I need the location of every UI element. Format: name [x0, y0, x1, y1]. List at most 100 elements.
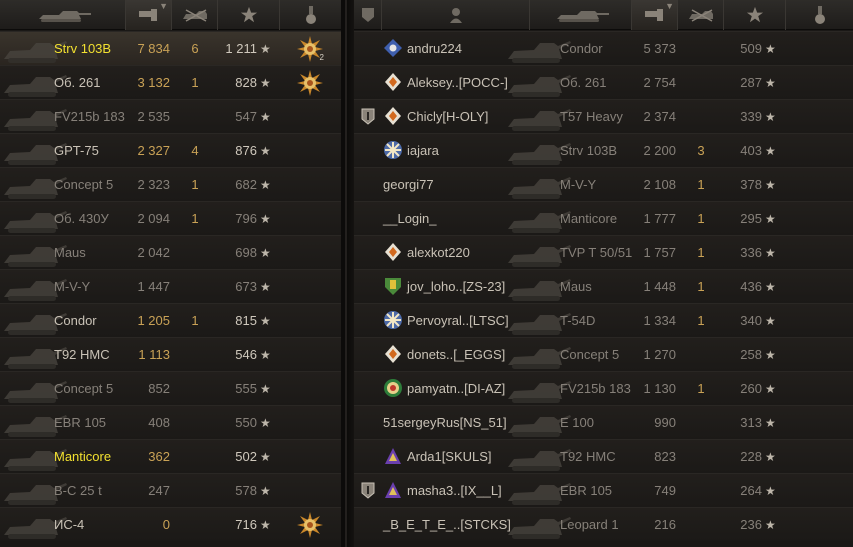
damage-column-header[interactable]: ▼: [632, 0, 678, 30]
player-name[interactable]: alexkot220: [407, 236, 470, 270]
kills-value: [678, 508, 724, 542]
xp-value: 378: [740, 177, 762, 192]
sort-arrow-icon: ▼: [159, 1, 168, 11]
table-row[interactable]: Об. 430У 2 094 1 796 ★: [0, 201, 341, 235]
xp-star-icon: ★: [260, 450, 271, 464]
platoon-icon: [361, 482, 375, 499]
player-name[interactable]: Chicly[H-OLY]: [407, 100, 488, 134]
damage-column-header[interactable]: ▼: [126, 0, 172, 30]
table-row[interactable]: Arda1[SKULS] T92 HMC 823 228 ★: [354, 439, 853, 473]
tank-column-header[interactable]: [0, 0, 126, 30]
table-row[interactable]: 51sergeyRus[NS_51] E 100 990 313 ★: [354, 405, 853, 439]
table-row[interactable]: Manticore 362 502 ★: [0, 439, 341, 473]
player-name[interactable]: masha3..[IX__L]: [407, 474, 502, 508]
right-team-rows: andru224 Condor 5 373 509 ★ Aleksey..[POCC-] О…: [354, 31, 853, 541]
table-row[interactable]: donets..[_EGGS] Concept 5 1 270 258 ★: [354, 337, 853, 371]
table-row[interactable]: Pervoyral..[LTSC] T-54D 1 334 1 340 ★: [354, 303, 853, 337]
player-name[interactable]: __Login_: [383, 202, 437, 236]
table-row[interactable]: ИС-4 0 716 ★: [0, 507, 341, 541]
table-row[interactable]: M-V-Y 1 447 673 ★: [0, 269, 341, 303]
kills-value: 6: [191, 41, 199, 56]
clan-emblem-icon: [383, 344, 403, 364]
tank-column-header[interactable]: [530, 0, 632, 30]
table-row[interactable]: jov_loho..[ZS-23] Maus 1 448 1 436 ★: [354, 269, 853, 303]
table-row[interactable]: Concept 5 2 323 1 682 ★: [0, 167, 341, 201]
damage-value: 5 373: [643, 41, 676, 56]
table-row[interactable]: EBR 105 408 550 ★: [0, 405, 341, 439]
tank-name: Об. 261: [54, 75, 101, 90]
table-row[interactable]: iajara Strv 103B 2 200 3 403 ★: [354, 133, 853, 167]
kills-column-header[interactable]: [678, 0, 724, 30]
table-row[interactable]: Condor 1 205 1 815 ★: [0, 303, 341, 337]
platoon-column-header[interactable]: [354, 0, 382, 30]
table-row[interactable]: GPT-75 2 327 4 876 ★: [0, 133, 341, 167]
clan-emblem-icon: [383, 480, 403, 500]
player-name[interactable]: 51sergeyRus[NS_51]: [383, 406, 507, 440]
table-row[interactable]: Aleksey..[POCC-] Об. 261 2 754 287 ★: [354, 65, 853, 99]
xp-column-header[interactable]: [218, 0, 280, 30]
table-row[interactable]: Chicly[H-OLY] T57 Heavy 2 374 339 ★: [354, 99, 853, 133]
damage-value: 1 757: [643, 245, 676, 260]
damage-value: 408: [148, 415, 170, 430]
player-name[interactable]: jov_loho..[ZS-23]: [407, 270, 505, 304]
table-row[interactable]: T92 HMC 1 113 546 ★: [0, 337, 341, 371]
player-name[interactable]: andru224: [407, 32, 462, 66]
tank-name: Concept 5: [54, 177, 114, 192]
player-column-header[interactable]: [382, 0, 530, 30]
damage-value: 2 374: [643, 109, 676, 124]
table-row[interactable]: georgi77 M-V-Y 2 108 1 378 ★: [354, 167, 853, 201]
player-name[interactable]: donets..[_EGGS]: [407, 338, 505, 372]
table-row[interactable]: __Login_ Manticore 1 777 1 295 ★: [354, 201, 853, 235]
table-row[interactable]: _B_E_T_E_..[STCKS] Leopard 1 216 236 ★: [354, 507, 853, 541]
kills-value: 1: [697, 381, 705, 396]
table-row[interactable]: masha3..[IX__L] EBR 105 749 264 ★: [354, 473, 853, 507]
ace-medal-icon[interactable]: [297, 70, 323, 96]
table-row[interactable]: alexkot220 TVP T 50/51 1 757 1 336 ★: [354, 235, 853, 269]
kills-icon: [182, 9, 207, 22]
table-row[interactable]: andru224 Condor 5 373 509 ★: [354, 31, 853, 65]
platoon-icon: [361, 8, 374, 22]
player-name[interactable]: _B_E_T_E_..[STCKS]: [383, 508, 511, 542]
xp-star-icon: ★: [260, 280, 271, 294]
player-name[interactable]: Arda1[SKULS]: [407, 440, 492, 474]
xp-star-icon: ★: [765, 212, 776, 226]
sort-arrow-icon: ▼: [665, 1, 674, 11]
table-row[interactable]: Strv 103B 7 834 6 1 211 ★ 2: [0, 31, 341, 65]
xp-star-icon: ★: [765, 144, 776, 158]
xp-value: 509: [740, 41, 762, 56]
medals-column-header[interactable]: [786, 0, 853, 30]
damage-value: 2 327: [137, 143, 170, 158]
player-name[interactable]: pamyatn..[DI-AZ]: [407, 372, 505, 406]
player-name[interactable]: georgi77: [383, 168, 434, 202]
table-row[interactable]: Maus 2 042 698 ★: [0, 235, 341, 269]
table-row[interactable]: Об. 261 3 132 1 828 ★: [0, 65, 341, 99]
table-row[interactable]: B-C 25 t 247 578 ★: [0, 473, 341, 507]
table-row[interactable]: Concept 5 852 555 ★: [0, 371, 341, 405]
tank-name: Manticore: [54, 449, 112, 464]
damage-value: 362: [148, 449, 170, 464]
xp-column-header[interactable]: [724, 0, 786, 30]
xp-value: 228: [740, 449, 762, 464]
xp-value: 550: [235, 415, 257, 430]
damage-value: 216: [654, 517, 676, 532]
damage-value: 852: [148, 381, 170, 396]
panel-divider: [341, 0, 354, 547]
xp-star-icon: ★: [260, 484, 271, 498]
player-name[interactable]: iajara: [407, 134, 439, 168]
table-row[interactable]: FV215b 183 2 535 547 ★: [0, 99, 341, 133]
ace-medal-icon[interactable]: 2: [297, 36, 324, 62]
ace-medal-icon[interactable]: [297, 512, 323, 538]
kills-value: 1: [191, 313, 199, 328]
player-name[interactable]: Pervoyral..[LTSC]: [407, 304, 509, 338]
damage-value: 0: [162, 517, 170, 532]
kills-column-header[interactable]: [172, 0, 218, 30]
xp-value: 815: [235, 313, 257, 328]
medals-column-header[interactable]: [280, 0, 341, 30]
table-row[interactable]: pamyatn..[DI-AZ] FV215b 183 1 130 1 260 ★: [354, 371, 853, 405]
xp-value: 339: [740, 109, 762, 124]
xp-value: 828: [235, 75, 257, 90]
xp-star-icon: ★: [765, 416, 776, 430]
tank-name: Concept 5: [560, 347, 620, 362]
player-name[interactable]: Aleksey..[POCC-]: [407, 66, 508, 100]
xp-value: 287: [740, 75, 762, 90]
